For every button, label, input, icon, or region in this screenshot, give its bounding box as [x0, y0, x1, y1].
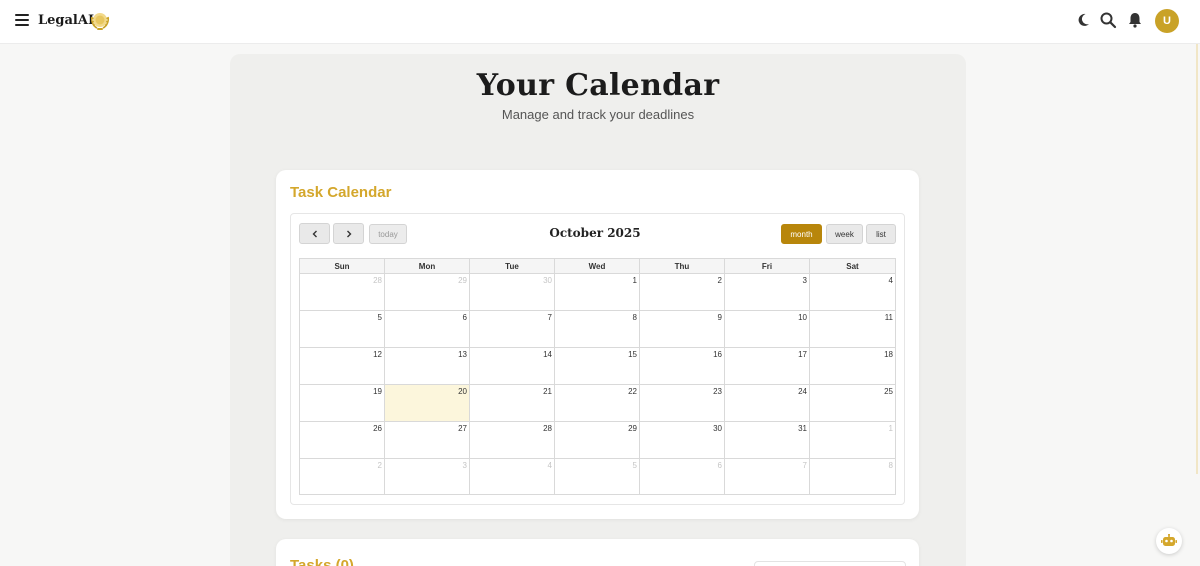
moon-icon[interactable]	[1074, 11, 1092, 29]
weekday-wed: Wed	[555, 259, 640, 274]
day-cell[interactable]: 24	[725, 385, 810, 422]
weekday-thu: Thu	[640, 259, 725, 274]
calendar-month-title: October 2025	[549, 226, 641, 240]
day-cell[interactable]: 26	[300, 422, 385, 459]
menu-icon[interactable]	[15, 13, 31, 27]
day-cell[interactable]: 22	[555, 385, 640, 422]
weekday-fri: Fri	[725, 259, 810, 274]
day-cell[interactable]: 30	[640, 422, 725, 459]
day-cell[interactable]: 19	[300, 385, 385, 422]
weekday-mon: Mon	[385, 259, 470, 274]
weekday-tue: Tue	[470, 259, 555, 274]
day-cell[interactable]: 3	[385, 459, 470, 495]
tasks-filter-input[interactable]	[754, 561, 906, 566]
card-title: Task Calendar	[290, 184, 392, 201]
day-cell[interactable]: 30	[470, 274, 555, 311]
day-cell[interactable]: 27	[385, 422, 470, 459]
day-cell[interactable]: 14	[470, 348, 555, 385]
day-cell[interactable]: 8	[810, 459, 895, 495]
weekday-sun: Sun	[300, 259, 385, 274]
day-cell[interactable]: 6	[385, 311, 470, 348]
chevron-left-icon	[312, 230, 317, 237]
day-cell[interactable]: 8	[555, 311, 640, 348]
day-cell[interactable]: 5	[300, 311, 385, 348]
day-cell[interactable]: 3	[725, 274, 810, 311]
day-cell[interactable]: 7	[725, 459, 810, 495]
day-cell[interactable]: 28	[300, 274, 385, 311]
robot-icon	[1161, 534, 1177, 546]
day-cell[interactable]: 15	[555, 348, 640, 385]
weekday-sat: Sat	[846, 262, 859, 271]
day-cell[interactable]: 17	[725, 348, 810, 385]
day-cell[interactable]: 6	[640, 459, 725, 495]
day-cell[interactable]: 4	[470, 459, 555, 495]
next-month-button[interactable]	[333, 223, 364, 244]
day-cell[interactable]: 4	[810, 274, 895, 311]
day-cell[interactable]: 13	[385, 348, 470, 385]
weekday-header-row: Sun Mon Tue Wed Thu Fri Sat	[300, 259, 895, 274]
month-grid: Sun Mon Tue Wed Thu Fri Sat 28 29 30 1 2 3 4 5 6 7 8 9 10 1…	[299, 258, 896, 495]
day-cell[interactable]: 2	[640, 274, 725, 311]
page-subtitle: Manage and track your deadlines	[501, 107, 695, 122]
day-cell[interactable]: 9	[640, 311, 725, 348]
day-cell[interactable]: 1	[555, 274, 640, 311]
day-cell[interactable]: 10	[725, 311, 810, 348]
chevron-right-icon	[346, 230, 351, 237]
day-cell[interactable]: 28	[470, 422, 555, 459]
day-cell[interactable]: 5	[555, 459, 640, 495]
day-cell[interactable]: 18	[810, 348, 895, 385]
day-cell[interactable]: 31	[725, 422, 810, 459]
week-view-button[interactable]: week	[826, 224, 863, 244]
day-cell[interactable]: 2	[300, 459, 385, 495]
search-icon[interactable]	[1099, 11, 1117, 29]
scrollbar-track[interactable]	[1196, 44, 1198, 474]
day-cell[interactable]: 7	[470, 311, 555, 348]
day-cell[interactable]: 12	[300, 348, 385, 385]
day-cell[interactable]: 21	[470, 385, 555, 422]
top-navbar: LegalAI U	[0, 0, 1200, 44]
month-view-button[interactable]: month	[781, 224, 822, 244]
day-cell[interactable]: 23	[640, 385, 725, 422]
laurel-logo	[90, 13, 110, 30]
day-cell[interactable]: 20	[385, 385, 470, 422]
chatbot-button[interactable]	[1156, 528, 1182, 554]
brand-name[interactable]: LegalAI	[38, 13, 94, 28]
day-cell[interactable]: 11	[810, 311, 895, 348]
day-cell[interactable]: 1	[810, 422, 895, 459]
prev-month-button[interactable]	[299, 223, 330, 244]
bell-icon[interactable]	[1126, 11, 1144, 29]
day-cell[interactable]: 16	[640, 348, 725, 385]
page-title: Your Calendar	[476, 68, 720, 103]
day-cell[interactable]: 25	[810, 385, 895, 422]
user-avatar[interactable]: U	[1155, 9, 1179, 33]
today-button[interactable]: today	[369, 224, 407, 244]
tasks-card-title: Tasks (0)	[290, 557, 354, 566]
day-cell[interactable]: 29	[555, 422, 640, 459]
day-cell[interactable]: 29	[385, 274, 470, 311]
list-view-button[interactable]: list	[866, 224, 896, 244]
